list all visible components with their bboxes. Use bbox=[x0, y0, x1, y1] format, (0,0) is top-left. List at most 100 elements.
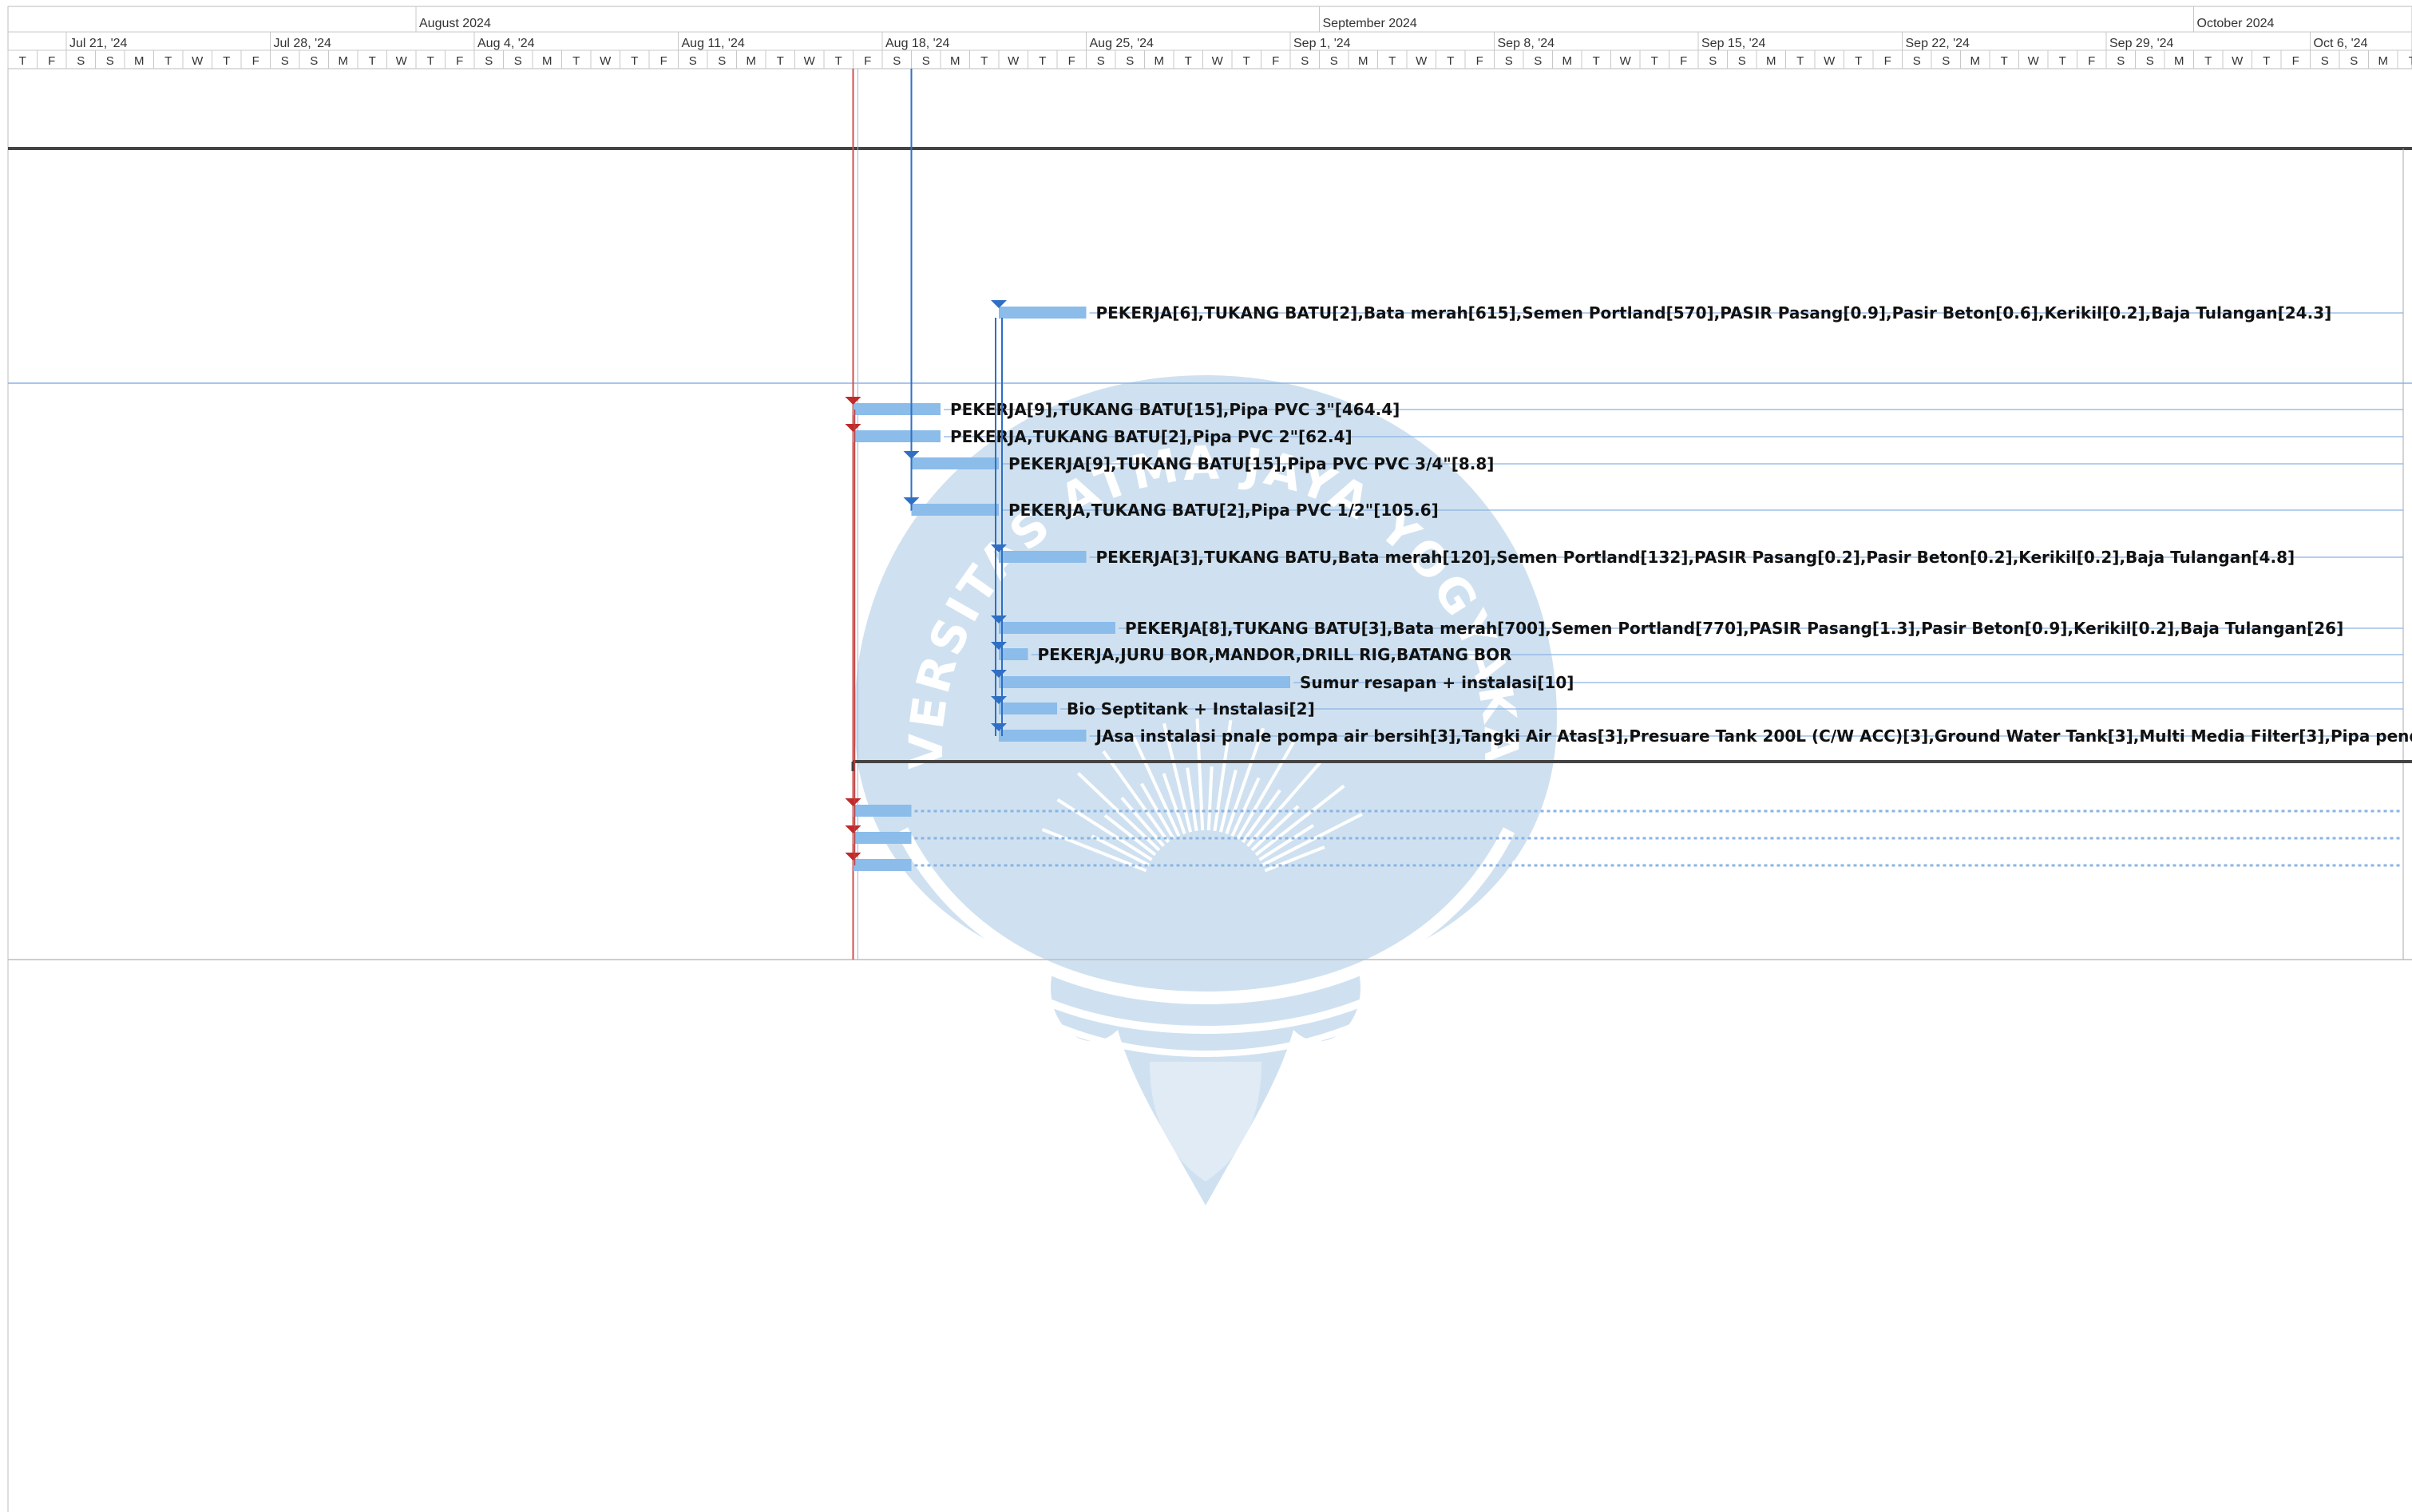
day-letter: S bbox=[310, 54, 318, 68]
task-bar[interactable] bbox=[853, 859, 912, 871]
week-label: Sep 1, '24 bbox=[1293, 37, 1351, 50]
task-bar[interactable] bbox=[999, 307, 1087, 319]
day-letter: W bbox=[2232, 54, 2244, 68]
day-letter: S bbox=[2146, 54, 2154, 68]
day-letter: T bbox=[2059, 54, 2066, 68]
day-letter: S bbox=[1330, 54, 1338, 68]
day-letter: F bbox=[2088, 54, 2095, 68]
day-letter: S bbox=[77, 54, 85, 68]
task-row-t4[interactable]: PEKERJA[9],TUKANG BATU[15],Pipa PVC PVC … bbox=[903, 451, 2404, 473]
week-label: Aug 11, '24 bbox=[682, 37, 745, 50]
day-letter: S bbox=[1942, 54, 1950, 68]
day-letter: T bbox=[19, 54, 26, 68]
task-row-t11[interactable]: JAsa instalasi pnale pompa air bersih[3]… bbox=[991, 723, 2412, 746]
task-resource-label: PEKERJA[8],TUKANG BATU[3],Bata merah[700… bbox=[1125, 619, 2343, 638]
task-bar[interactable] bbox=[853, 832, 912, 844]
day-letter: T bbox=[369, 54, 376, 68]
day-letter: S bbox=[2117, 54, 2125, 68]
task-bar[interactable] bbox=[853, 430, 941, 442]
day-letter: T bbox=[777, 54, 784, 68]
day-letter: T bbox=[427, 54, 434, 68]
task-resource-label: PEKERJA[3],TUKANG BATU,Bata merah[120],S… bbox=[1096, 548, 2295, 567]
day-letter: M bbox=[2174, 54, 2184, 68]
task-resource-label: JAsa instalasi pnale pompa air bersih[3]… bbox=[1095, 726, 2412, 746]
day-letter: M bbox=[1562, 54, 1573, 68]
task-resource-label: PEKERJA[9],TUKANG BATU[15],Pipa PVC 3"[4… bbox=[950, 400, 1400, 419]
day-letter: S bbox=[689, 54, 697, 68]
week-label: Oct 6, '24 bbox=[2314, 37, 2368, 50]
day-letter: F bbox=[1680, 54, 1687, 68]
day-letter: T bbox=[1855, 54, 1862, 68]
day-letter: T bbox=[1388, 54, 1396, 68]
day-letter: S bbox=[1913, 54, 1921, 68]
day-letter: S bbox=[922, 54, 930, 68]
task-bar[interactable] bbox=[999, 676, 1290, 688]
day-letter: S bbox=[1534, 54, 1542, 68]
day-letter: S bbox=[1709, 54, 1717, 68]
day-letter: M bbox=[747, 54, 757, 68]
day-letter: F bbox=[252, 54, 259, 68]
task-bar[interactable] bbox=[999, 648, 1028, 660]
task-bar[interactable] bbox=[999, 703, 1057, 714]
day-letter: S bbox=[1505, 54, 1513, 68]
day-letter: S bbox=[1126, 54, 1134, 68]
gantt-chart-view[interactable]: UNIVERSITAS ATMA JAYA YOGYAKARTA August … bbox=[0, 0, 2412, 1512]
timescale-header: August 2024 September 2024 October 2024 Ju… bbox=[7, 6, 2412, 69]
day-letter: T bbox=[2263, 54, 2270, 68]
task-bar[interactable] bbox=[999, 622, 1115, 634]
day-letter: S bbox=[514, 54, 522, 68]
day-letter: W bbox=[2028, 54, 2040, 68]
day-letter: T bbox=[631, 54, 638, 68]
day-letter: T bbox=[1796, 54, 1804, 68]
day-letter: T bbox=[164, 54, 172, 68]
day-letter: T bbox=[223, 54, 230, 68]
day-letter: F bbox=[1272, 54, 1279, 68]
day-letter: F bbox=[1476, 54, 1483, 68]
day-letter: W bbox=[1008, 54, 1020, 68]
month-label: August 2024 bbox=[419, 17, 491, 30]
week-label: Aug 25, '24 bbox=[1090, 37, 1155, 50]
task-row-t5[interactable]: PEKERJA,TUKANG BATU[2],Pipa PVC 1/2"[105… bbox=[903, 497, 2404, 520]
day-letter: M bbox=[1970, 54, 1981, 68]
task-bar[interactable] bbox=[911, 457, 1000, 469]
task-row-t8[interactable]: PEKERJA,JURU BOR,MANDOR,DRILL RIG,BATANG… bbox=[991, 642, 2403, 664]
day-letter: F bbox=[48, 54, 55, 68]
week-label: Sep 22, '24 bbox=[1906, 37, 1970, 50]
day-letter: F bbox=[660, 54, 667, 68]
task-bar[interactable] bbox=[911, 504, 1000, 516]
month-label: October 2024 bbox=[2197, 17, 2275, 30]
day-letter: S bbox=[106, 54, 114, 68]
day-letter: F bbox=[1884, 54, 1891, 68]
task-resource-label: PEKERJA[9],TUKANG BATU[15],Pipa PVC PVC … bbox=[1008, 454, 1494, 473]
task-bar[interactable] bbox=[999, 730, 1087, 742]
day-letter: S bbox=[1097, 54, 1105, 68]
day-letter: M bbox=[950, 54, 960, 68]
task-resource-label: PEKERJA[6],TUKANG BATU[2],Bata merah[615… bbox=[1096, 303, 2332, 323]
day-letter: S bbox=[281, 54, 289, 68]
week-label: Aug 18, '24 bbox=[885, 37, 950, 50]
day-letter: T bbox=[1185, 54, 1192, 68]
day-letter: T bbox=[2204, 54, 2212, 68]
task-row-t2[interactable]: PEKERJA[9],TUKANG BATU[15],Pipa PVC 3"[4… bbox=[845, 397, 2404, 419]
day-letter: S bbox=[485, 54, 493, 68]
day-letter: F bbox=[456, 54, 463, 68]
task-bar[interactable] bbox=[853, 403, 941, 415]
task-row-t1[interactable]: PEKERJA[6],TUKANG BATU[2],Bata merah[615… bbox=[991, 300, 2403, 323]
day-letter: M bbox=[1155, 54, 1165, 68]
task-row-t10[interactable]: Bio Septitank + Instalasi[2] bbox=[991, 696, 2403, 718]
task-resource-label: PEKERJA,TUKANG BATU[2],Pipa PVC 2"[62.4] bbox=[950, 427, 1353, 446]
day-letter: W bbox=[804, 54, 816, 68]
task-resource-label: Bio Septitank + Instalasi[2] bbox=[1067, 699, 1315, 718]
week-label: Sep 29, '24 bbox=[2109, 37, 2174, 50]
day-letter: W bbox=[1416, 54, 1428, 68]
day-letter: T bbox=[2409, 54, 2412, 68]
university-watermark-logo: UNIVERSITAS ATMA JAYA YOGYAKARTA bbox=[0, 0, 1557, 1205]
task-bar[interactable] bbox=[999, 551, 1087, 563]
task-bar[interactable] bbox=[853, 805, 912, 817]
day-letter: S bbox=[893, 54, 901, 68]
task-row-t6[interactable]: PEKERJA[3],TUKANG BATU,Bata merah[120],S… bbox=[991, 544, 2403, 567]
task-row-t7[interactable]: PEKERJA[8],TUKANG BATU[3],Bata merah[700… bbox=[991, 615, 2403, 638]
task-row-t3[interactable]: PEKERJA,TUKANG BATU[2],Pipa PVC 2"[62.4] bbox=[845, 424, 2404, 446]
day-letter: S bbox=[2350, 54, 2358, 68]
day-letter: W bbox=[600, 54, 612, 68]
